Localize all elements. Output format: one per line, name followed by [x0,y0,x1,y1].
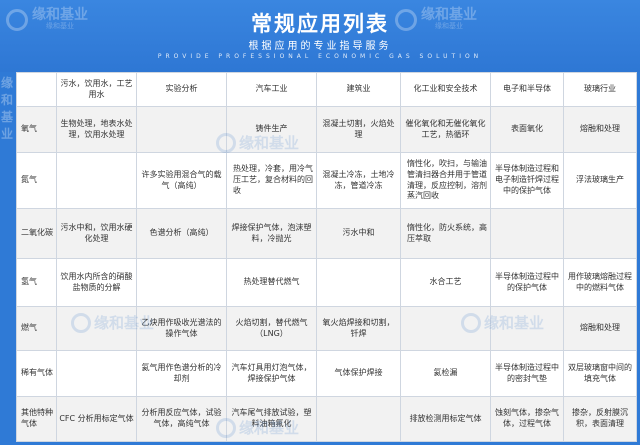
table-cell: 分析用反应气体，试验气体，高纯气体 [136,396,227,442]
table-cell: 双层玻璃窗中间的填充气体 [563,350,637,397]
brand-logo-icon [395,8,417,31]
column-header: 电子和半导体 [490,72,564,107]
table-cell: 污水中和 [316,208,401,259]
table-cell: 氦检漏 [400,350,491,397]
table-row: 稀有气体 氦气用作色谱分析的冷却剂 汽车灯具用灯泡气体，焊接保护气体 气体保护焊… [16,350,637,397]
table-cell: 掺杂，反射膜沉积，表面清理 [563,396,637,442]
column-header: 建筑业 [316,72,401,107]
table-cell: 水合工艺 [400,258,491,307]
table-cell [316,396,401,442]
table-cell: 焊接保护气体，泡沫塑料，冷抛光 [226,208,317,259]
table-cell [56,152,137,209]
table-cell: 惰性化，吹扫，与输油管清扫器合并用于管道清理，反应控制，溶剂蒸汽回收 [400,152,491,209]
table-cell: 氦气用作色谱分析的冷却剂 [136,350,227,397]
table-cell [56,306,137,351]
table-cell: 熔融和处理 [563,306,637,351]
watermark-text: 缘和基业 [1,76,14,141]
brand-logo-icon [6,8,28,31]
table-cell: 饮用水内所含的硝酸盐物质的分解 [56,258,137,307]
table-cell: 气体保护焊接 [316,350,401,397]
column-header: 汽车工业 [226,72,317,107]
table-cell [400,306,491,351]
table-row: 氧气 生物处理，地表水处理，饮用水处理 铸件生产 混凝土切割，火焰处理 催化氧化… [16,106,637,153]
table-cell: CFC 分析用标定气体 [56,396,137,442]
left-margin: 缘和基业 [0,72,16,445]
watermark-subtext: 缘和基业 [46,22,74,31]
table-cell [136,106,227,153]
watermark-logo: 缘和基业 缘和基业 [395,7,477,31]
table-cell: 热处理，冷套，用冷气压工艺，复合材料的回收 [226,152,317,209]
english-subtitle: PROVIDE PROFESSIONAL ECONOMIC GAS SOLUTI… [157,53,483,60]
table-cell: 半导体制造过程中的保护气体 [490,258,564,307]
table-cell: 催化氧化和无催化氧化工艺，热循环 [400,106,491,153]
table-cell: 汽车灯具用灯泡气体，焊接保护气体 [226,350,317,397]
application-table: 污水，饮用水，工艺用水 实验分析 汽车工业 建筑业 化工业和安全技术 电子和半导… [16,72,637,442]
gas-name-cell: 二氧化碳 [16,208,57,259]
gas-name-cell: 氮气 [16,152,57,209]
table-cell [136,258,227,307]
table-cell: 铸件生产 [226,106,317,153]
application-table-container: 污水，饮用水，工艺用水 实验分析 汽车工业 建筑业 化工业和安全技术 电子和半导… [16,72,637,442]
column-header: 实验分析 [136,72,227,107]
page-header: 常规应用列表 根据应用的专业指导服务 PROVIDE PROFESSIONAL … [0,0,640,72]
table-cell: 色谱分析（高纯） [136,208,227,259]
page-title: 常规应用列表 [251,12,389,36]
table-cell [563,208,637,259]
table-cell: 许多实验用混合气的载气（高纯） [136,152,227,209]
table-cell: 生物处理，地表水处理，饮用水处理 [56,106,137,153]
table-cell: 半导体制造过程和电子制造钎焊过程中的保护气体 [490,152,564,209]
page-subtitle: 根据应用的专业指导服务 [248,41,392,52]
table-cell [316,258,401,307]
table-cell [56,350,137,397]
table-cell: 排放检测用标定气体 [400,396,491,442]
table-cell: 混凝土冷冻，土地冷冻，管道冷冻 [316,152,401,209]
column-header: 玻璃行业 [563,72,637,107]
table-cell: 浮法玻璃生产 [563,152,637,209]
table-cell [490,306,564,351]
table-row: 其他特种气体 CFC 分析用标定气体 分析用反应气体，试验气体，高纯气体 汽车尾… [16,396,637,442]
table-cell: 半导体制造过程中的密封气垫 [490,350,564,397]
table-row: 氢气 饮用水内所含的硝酸盐物质的分解 热处理替代燃气 水合工艺 半导体制造过程中… [16,258,637,307]
gas-name-cell: 氧气 [16,106,57,153]
table-cell [490,208,564,259]
table-cell: 用作玻璃熔融过程中的燃料气体 [563,258,637,307]
watermark-logo: 缘和基业 缘和基业 [6,7,88,31]
gas-name-cell: 稀有气体 [16,350,57,397]
table-header-row: 污水，饮用水，工艺用水 实验分析 汽车工业 建筑业 化工业和安全技术 电子和半导… [16,72,637,107]
table-cell: 污水中和，饮用水硬化处理 [56,208,137,259]
table-cell: 表面氧化 [490,106,564,153]
table-row: 燃气 乙炔用作吸收光谱法的操作气体 火焰切割，替代燃气（LNG） 氧火焰焊接和切… [16,306,637,351]
table-cell: 火焰切割，替代燃气（LNG） [226,306,317,351]
column-header: 化工业和安全技术 [400,72,491,107]
column-header: 污水，饮用水，工艺用水 [56,72,137,107]
watermark-subtext: 缘和基业 [435,22,463,31]
table-cell: 惰性化，防火系统，高压萃取 [400,208,491,259]
column-header [16,72,57,107]
table-cell: 氧火焰焊接和切割，钎焊 [316,306,401,351]
table-cell: 熔融和处理 [563,106,637,153]
table-row: 二氧化碳 污水中和，饮用水硬化处理 色谱分析（高纯） 焊接保护气体，泡沫塑料，冷… [16,208,637,259]
gas-name-cell: 氢气 [16,258,57,307]
gas-name-cell: 燃气 [16,306,57,351]
table-cell: 蚀刻气体，掺杂气体，过程气体 [490,396,564,442]
gas-name-cell: 其他特种气体 [16,396,57,442]
table-cell: 汽车尾气排放试验，塑料油箱氟化 [226,396,317,442]
table-cell: 乙炔用作吸收光谱法的操作气体 [136,306,227,351]
table-row: 氮气 许多实验用混合气的载气（高纯） 热处理，冷套，用冷气压工艺，复合材料的回收… [16,152,637,209]
table-cell: 混凝土切割，火焰处理 [316,106,401,153]
table-cell: 热处理替代燃气 [226,258,317,307]
